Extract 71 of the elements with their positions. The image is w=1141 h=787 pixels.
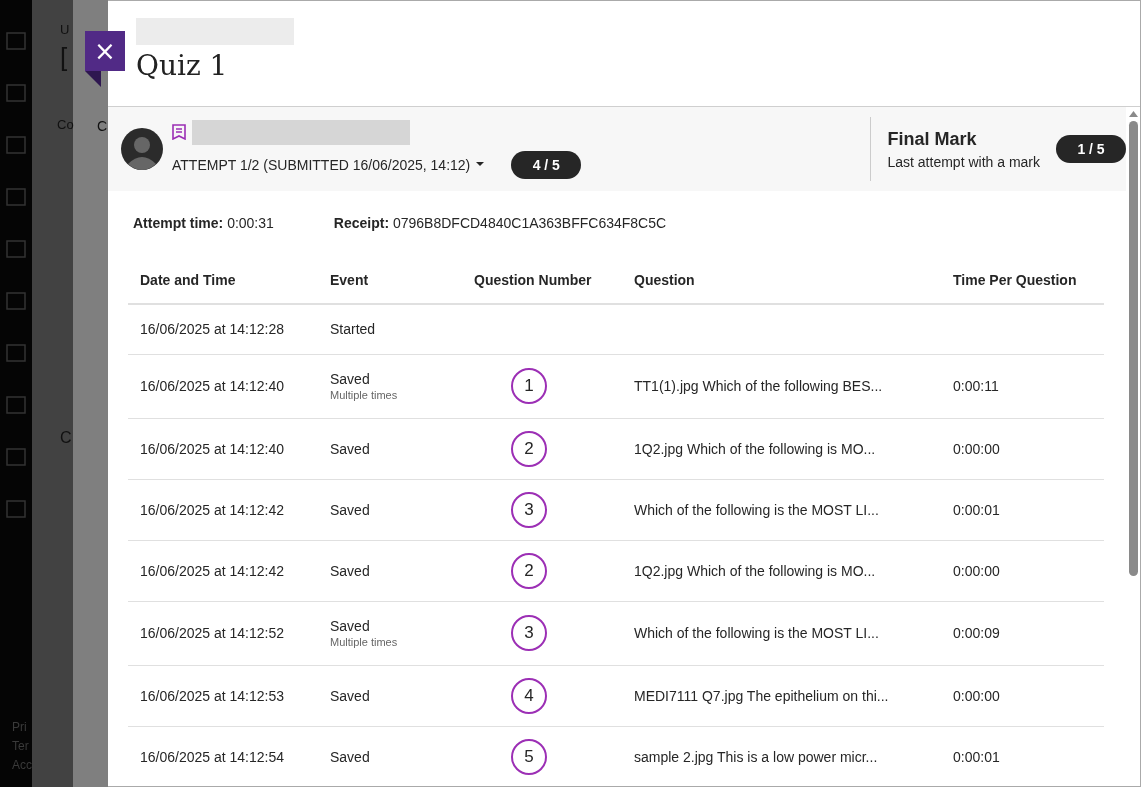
avatar-icon (121, 128, 163, 170)
table-cell: 0:00:09 (953, 625, 1000, 641)
column-header: Time Per Question (941, 257, 1104, 304)
table-cell-text: Saved (330, 501, 371, 518)
column-header: Date and Time (128, 257, 318, 304)
question-number: 5 (511, 738, 547, 775)
scrollbar-thumb[interactable] (1128, 121, 1138, 576)
question-number: 4 (511, 677, 547, 714)
final-mark-subtitle: Last attempt with a mark (887, 153, 1040, 170)
table-cell-text: Saved (330, 687, 371, 704)
table-cell: 16/06/2025 at 14:12:28 (140, 321, 285, 338)
table-cell: sample 2.jpg This is a low power micr... (634, 748, 878, 765)
table-cell: 1Q2.jpg Which of the following is MO... (634, 440, 876, 457)
question-number: 1 (511, 368, 547, 404)
column-header: Question (622, 257, 941, 304)
meta-info: Attempt time: 0:00:31 (133, 215, 274, 233)
table-cell: 0:00:00 (953, 687, 1000, 704)
table-cell: 1Q2.jpg Which of the following is MO... (634, 562, 876, 579)
table-cell: 0:00:00 (953, 440, 1000, 457)
table-cell: 16/06/2025 at 14:12:42 (140, 501, 285, 518)
table-cell-text: Saved (330, 371, 371, 387)
table-cell-text: Saved (330, 440, 371, 457)
sidebar-nav-icon[interactable] (5, 290, 27, 312)
document-icon (172, 124, 186, 140)
table-cell: 0:00:00 (953, 562, 1000, 579)
table-cell-text: Saved (330, 748, 371, 765)
sidebar-nav-icon[interactable] (5, 82, 27, 104)
table-cell: 16/06/2025 at 14:12:42 (140, 562, 285, 579)
table-cell: Which of the following is the MOST LI... (634, 501, 879, 518)
sidebar-nav-icon[interactable] (5, 186, 27, 208)
final-mark-title: Final Mark (887, 128, 978, 150)
meta-info: Receipt: 0796B8DFCD4840C1A363BFFC634F8C5C (333, 215, 667, 233)
table-cell-text: Started (330, 321, 377, 338)
table-cell: 16/06/2025 at 14:12:40 (140, 440, 285, 457)
event-note: Multiple times (330, 389, 399, 401)
question-number: 2 (511, 430, 547, 467)
table-cell: 16/06/2025 at 14:12:54 (140, 748, 285, 765)
table-cell: 16/06/2025 at 14:12:52 (140, 625, 285, 641)
table-cell: Which of the following is the MOST LI... (634, 625, 879, 641)
sidebar-nav-icon[interactable] (5, 498, 27, 520)
attempt-dropdown[interactable]: ATTEMPT 1/2 (SUBMITTED 16/06/2025, 14:12) (172, 156, 485, 173)
sidebar-nav-icon[interactable] (5, 446, 27, 468)
table-cell: 0:00:11 (953, 378, 999, 394)
table-cell-text: Saved (330, 562, 371, 579)
page-heading: [ (60, 41, 68, 73)
page-tab[interactable]: C (97, 118, 108, 135)
question-number: 2 (511, 552, 547, 589)
table-cell: 16/06/2025 at 14:12:53 (140, 687, 285, 704)
ribbon-fold-icon (85, 71, 101, 87)
sidebar-nav-icon[interactable] (5, 394, 27, 416)
close-button[interactable]: × (85, 31, 125, 71)
sidebar-nav-icon[interactable] (5, 342, 27, 364)
panel-title: Quiz 1 (136, 49, 229, 82)
score-pill: 4 / 5 (511, 150, 582, 179)
sidebar-nav-icon[interactable] (5, 30, 27, 52)
table-cell: 0:00:01 (953, 748, 1000, 765)
table-cell: 0:00:01 (953, 501, 1000, 518)
event-note: Multiple times (330, 636, 399, 648)
caret-icon (476, 162, 485, 167)
sidebar-nav-icon[interactable] (5, 238, 27, 260)
question-number: 3 (511, 491, 547, 528)
score-pill: 1 / 5 (1056, 135, 1126, 163)
scroll-up-icon[interactable] (1128, 111, 1138, 117)
table-cell-text: Saved (330, 618, 371, 634)
column-header: Question Number (462, 257, 622, 304)
column-header: Event (318, 257, 462, 304)
question-number: 3 (511, 615, 547, 651)
sidebar-nav-icon[interactable] (5, 134, 27, 156)
table-cell: TT1(1).jpg Which of the following BES... (634, 378, 883, 394)
table-cell: MEDI7111 Q7.jpg The epithelium on thi... (634, 687, 889, 704)
table-cell: 16/06/2025 at 14:12:40 (140, 378, 285, 394)
